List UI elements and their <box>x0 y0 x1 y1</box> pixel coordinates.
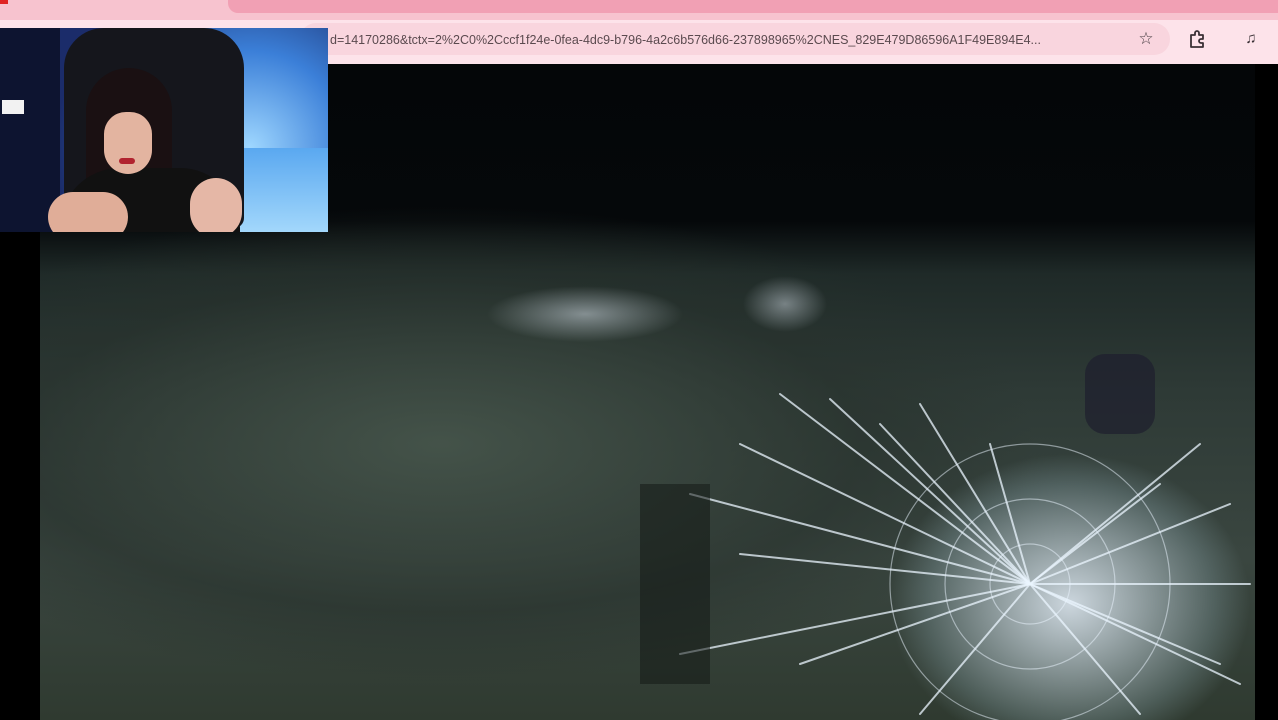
background-equipment <box>0 28 60 232</box>
streamer-arm <box>48 192 128 232</box>
webcam-overlay <box>0 28 328 232</box>
media-controls-icon[interactable]: ♫ <box>1240 28 1262 50</box>
tab-strip <box>0 0 1278 20</box>
streamer-lips <box>119 158 135 164</box>
device-label <box>2 100 24 114</box>
streamer-face <box>104 112 152 174</box>
url-text[interactable]: d=14170286&tctx=2%2C0%2Cccf1f24e-0fea-4d… <box>330 31 1120 49</box>
room-floor <box>236 148 328 232</box>
active-tab[interactable] <box>228 0 1278 13</box>
star-icon[interactable]: ☆ <box>1135 29 1157 49</box>
brand-logo <box>0 0 8 4</box>
streamer-shoulder <box>190 178 242 232</box>
extensions-icon[interactable] <box>1186 28 1208 50</box>
